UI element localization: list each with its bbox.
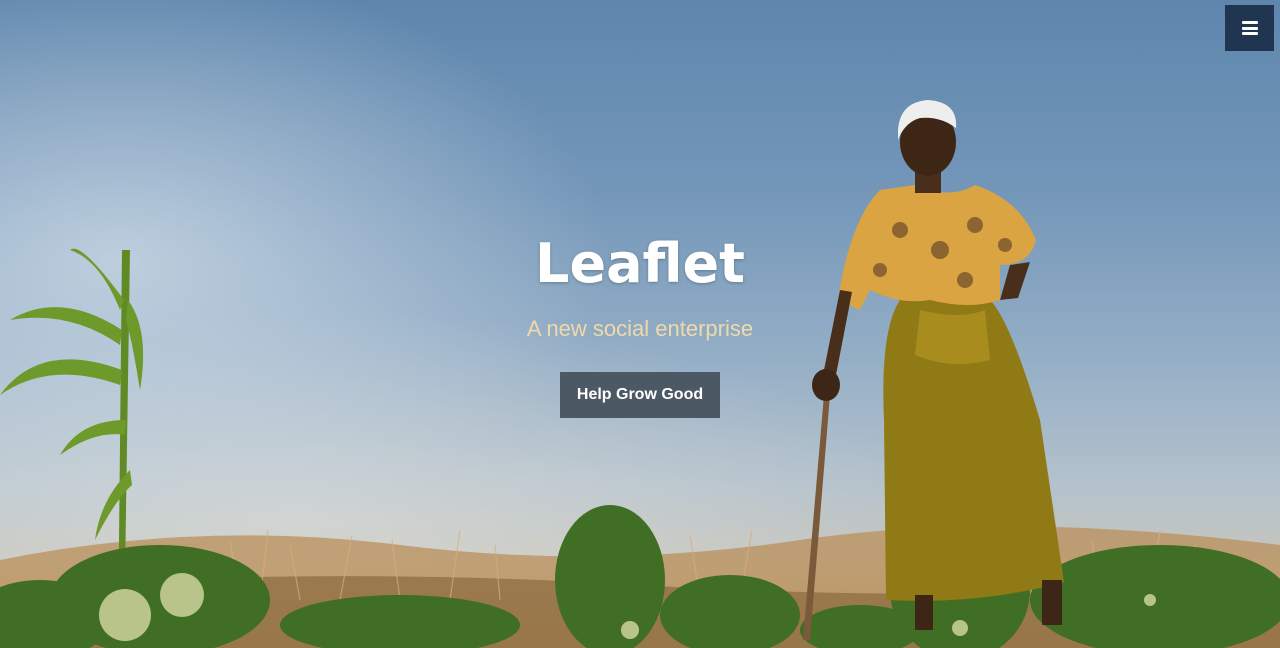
- hero-subtitle: A new social enterprise: [526, 316, 754, 341]
- hero-section: Leaflet A new social enterprise Help Gro…: [0, 0, 1280, 648]
- hero-content: Leaflet A new social enterprise Help Gro…: [0, 225, 1280, 418]
- hero-title: Leaflet: [535, 232, 745, 295]
- hamburger-icon: [1241, 21, 1258, 35]
- menu-button[interactable]: [1225, 5, 1274, 51]
- help-grow-good-button[interactable]: Help Grow Good: [559, 372, 721, 418]
